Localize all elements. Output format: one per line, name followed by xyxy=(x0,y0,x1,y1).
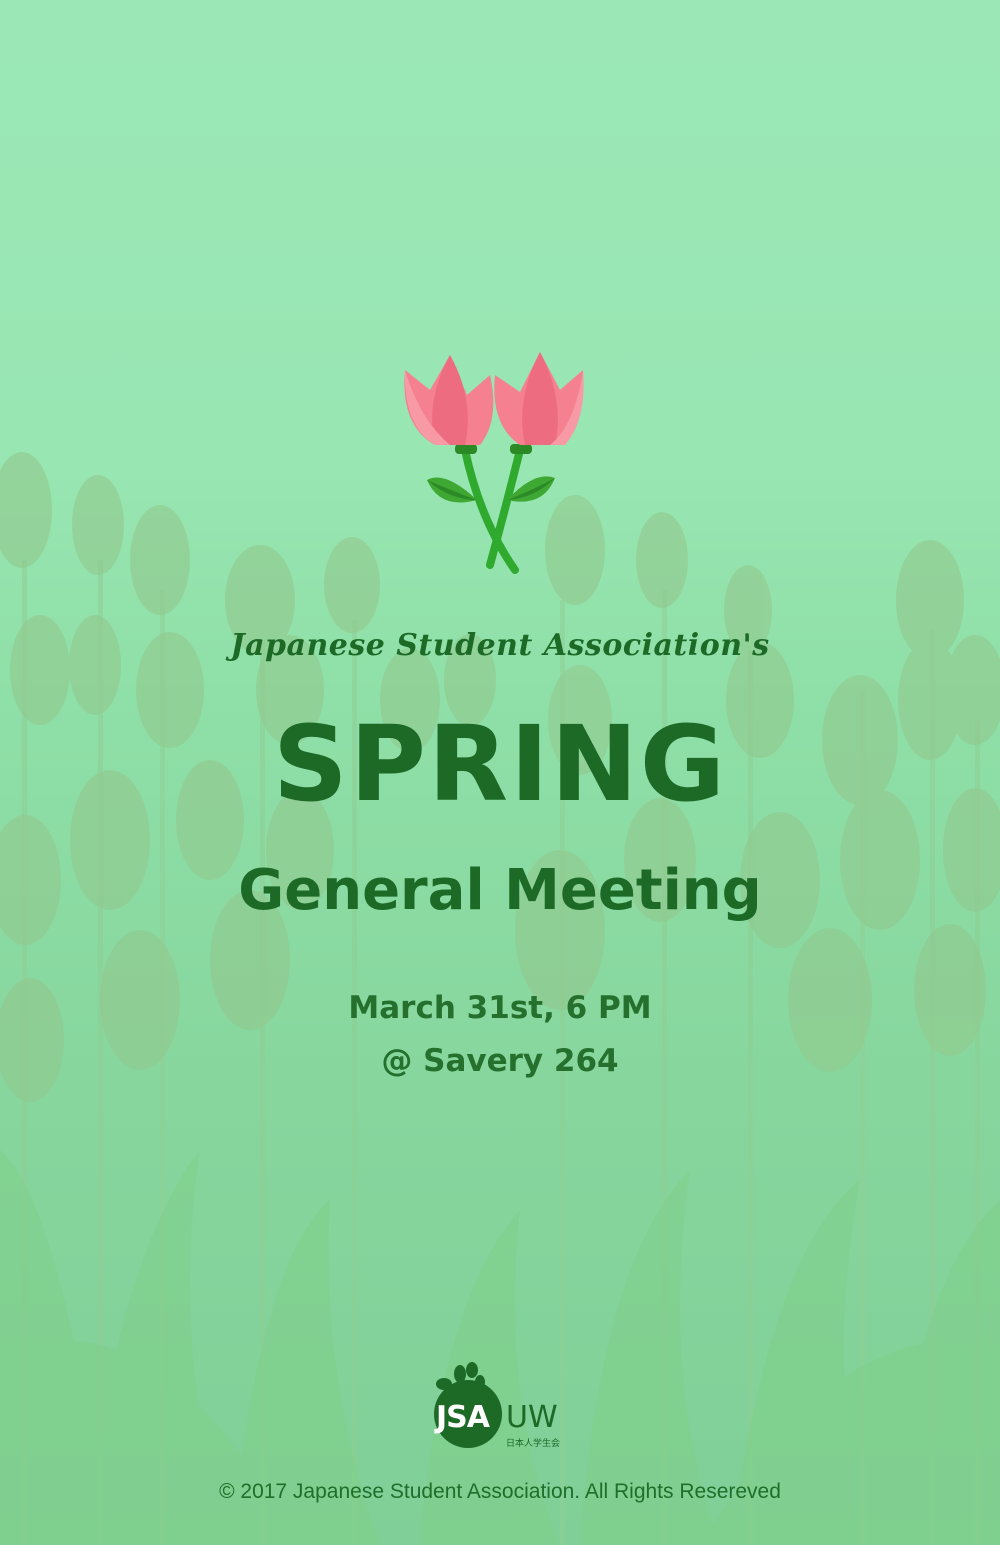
copyright-notice: © 2017 Japanese Student Association. All… xyxy=(219,1480,781,1503)
event-date-time: March 31st, 6 PM xyxy=(348,990,652,1026)
event-subheadline: General Meeting xyxy=(238,858,762,923)
event-host-tagline: Japanese Student Association's xyxy=(230,628,770,663)
logo-suffix: UW xyxy=(506,1400,558,1435)
event-headline: SPRING xyxy=(272,703,728,825)
tulip-icon xyxy=(404,352,584,574)
poster: Japanese Student Association's SPRING Ge… xyxy=(0,0,1000,1545)
logo-letters: JSA xyxy=(436,1400,490,1435)
logo-kanji: 日本人学生会 xyxy=(506,1439,561,1449)
event-venue: @ Savery 264 xyxy=(381,1043,619,1079)
